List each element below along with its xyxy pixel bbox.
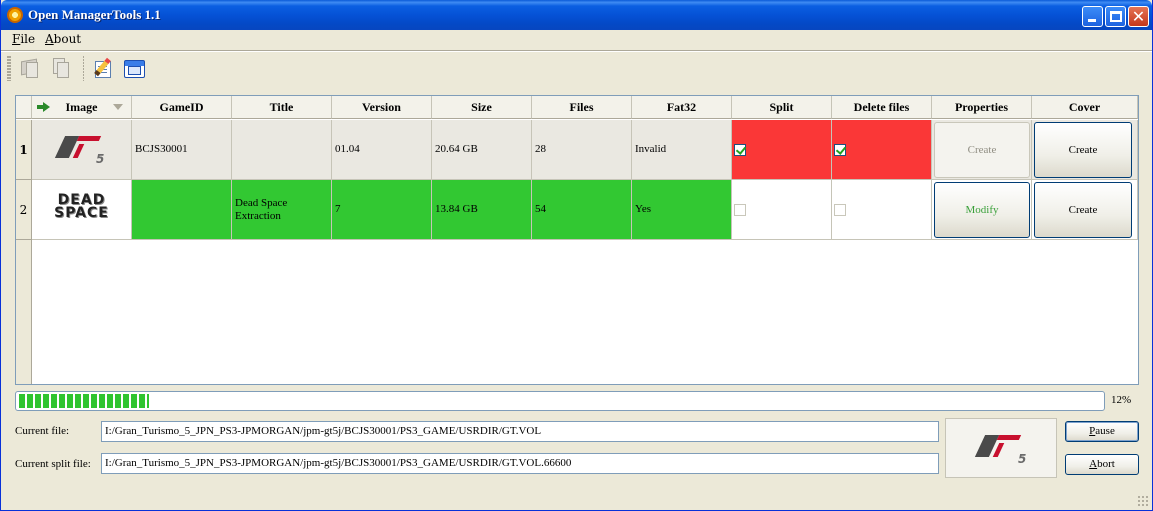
table-cell-gameid[interactable]: BCJS30001 [132,120,232,180]
column-header-version[interactable]: Version [332,96,432,119]
app-window: Open ManagerTools 1.1 ✕ File About Image… [0,0,1153,511]
table-cell-cover: Create [1032,120,1138,180]
properties-create-button[interactable]: Create [934,122,1030,178]
table-cell-size[interactable]: 20.64 GB [432,120,532,180]
table-cell-properties: Create [932,120,1032,180]
menu-file-label: ile [20,32,36,46]
games-grid: Image GameID Title Version Size Files Fa… [15,95,1139,385]
arrow-right-icon [37,102,50,112]
pause-label: ause [1095,425,1115,437]
dead-space-extraction-logo: DEAD SPACE [32,192,131,226]
column-header-cover[interactable]: Cover [1032,96,1138,119]
table-cell-title[interactable]: Dead Space Extraction [232,180,332,240]
table-cell-split[interactable] [732,180,832,240]
copy-progress-bar [15,391,1105,411]
column-header-properties[interactable]: Properties [932,96,1032,119]
maximize-icon [1110,11,1122,22]
properties-modify-button[interactable]: Modify [934,182,1030,238]
current-file-field[interactable]: I:/Gran_Turismo_5_JPN_PS3-JPMORGAN/jpm-g… [101,421,939,442]
delete-files-checkbox[interactable] [834,143,846,156]
row-header-strip [16,240,32,384]
cover-create-button[interactable]: Create [1034,122,1132,178]
close-icon: ✕ [1131,7,1146,26]
table-cell-version[interactable]: 7 [332,180,432,240]
column-header-gameid[interactable]: GameID [132,96,232,119]
row-header[interactable]: 2 [16,180,32,240]
abort-label: bort [1097,458,1115,470]
cover-preview: 5 [945,418,1057,478]
table-cell-title[interactable] [232,120,332,180]
table-cell-cover: Create [1032,180,1138,240]
table-cell-delete-files[interactable] [832,180,932,240]
column-header-delete-files[interactable]: Delete files [832,96,932,119]
table-cell-image[interactable]: 5 [32,120,132,180]
gran-turismo-5-logo: 5 [972,429,1032,469]
row-header[interactable]: 1 [16,120,32,180]
table-cell-delete-files[interactable] [832,120,932,180]
pause-button[interactable]: Pause [1065,421,1139,442]
header-corner [16,96,32,119]
current-split-file-label: Current split file: [15,458,91,470]
menu-file[interactable]: File [12,32,35,46]
column-header-size[interactable]: Size [432,96,532,119]
toolbar-grip[interactable] [7,55,11,81]
split-checkbox[interactable] [734,203,746,216]
column-label: Image [65,100,98,114]
table-cell-image[interactable]: DEAD SPACE [32,180,132,240]
table-cell-version[interactable]: 01.04 [332,120,432,180]
progress-percent: 12% [1111,394,1132,406]
column-header-fat32[interactable]: Fat32 [632,96,732,119]
dead-space-logo-line-2: SPACE [54,205,109,221]
table-cell-fat32[interactable]: Invalid [632,120,732,180]
copy-disabled-icon[interactable] [17,55,43,81]
sort-down-icon [113,104,123,110]
app-gear-icon [7,7,23,23]
minimize-icon [1088,19,1096,22]
menu-about-label: bout [53,32,82,46]
progress-fill [19,394,149,408]
abort-button[interactable]: Abort [1065,454,1139,475]
toolbar-separator [83,55,84,81]
close-button[interactable]: ✕ [1128,6,1149,27]
edit-icon[interactable] [90,55,116,81]
column-header-files[interactable]: Files [532,96,632,119]
current-split-file-field[interactable]: I:/Gran_Turismo_5_JPN_PS3-JPMORGAN/jpm-g… [101,453,939,474]
split-checkbox[interactable] [734,143,746,156]
table-cell-split[interactable] [732,120,832,180]
table-cell-properties: Modify [932,180,1032,240]
duplicate-disabled-icon[interactable] [47,55,73,81]
menu-bar: File About [1,30,1152,50]
column-header-split[interactable]: Split [732,96,832,119]
table-cell-files[interactable]: 54 [532,180,632,240]
cover-create-button[interactable]: Create [1034,182,1132,238]
minimize-button[interactable] [1082,6,1103,27]
delete-files-checkbox[interactable] [834,203,846,216]
table-cell-gameid[interactable] [132,180,232,240]
resize-grip[interactable] [1137,495,1149,507]
window-title: Open ManagerTools 1.1 [28,7,161,22]
title-bar[interactable]: Open ManagerTools 1.1 ✕ [1,0,1152,30]
table-cell-files[interactable]: 28 [532,120,632,180]
table-cell-fat32[interactable]: Yes [632,180,732,240]
abort-mnemonic: A [1089,458,1098,470]
toolbar [1,52,1152,84]
gran-turismo-5-logo: 5 [52,130,112,170]
maximize-button[interactable] [1105,6,1126,27]
window-icon[interactable] [121,55,147,81]
column-header-title[interactable]: Title [232,96,332,119]
current-file-label: Current file: [15,425,70,437]
table-cell-size[interactable]: 13.84 GB [432,180,532,240]
menu-about-mnemonic: A [45,32,54,46]
column-header-image[interactable]: Image [32,96,132,119]
menu-about[interactable]: About [45,32,81,46]
